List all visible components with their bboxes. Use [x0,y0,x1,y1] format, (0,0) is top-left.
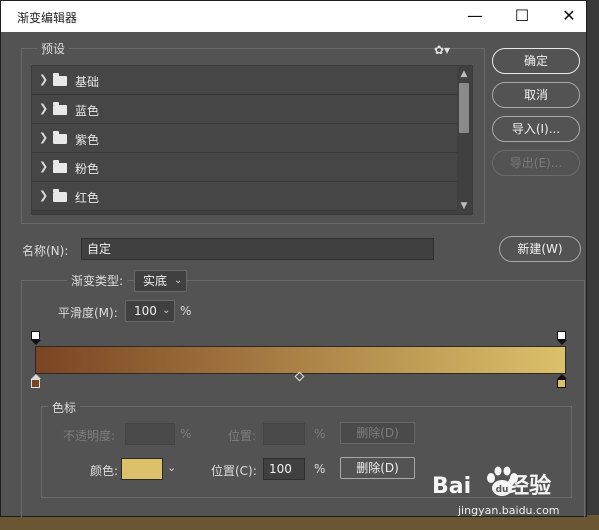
scroll-down-icon[interactable]: ▼ [457,199,471,213]
opacity-location-unit: % [314,427,326,441]
export-button[interactable]: 导出(E)... [492,150,580,176]
opacity-stop-pointer [557,340,567,345]
preset-folder-item[interactable]: ❯ 紫色 [32,124,458,153]
baidu-paw-icon: du [487,466,518,496]
maximize-icon[interactable]: ☐ [511,5,533,27]
preset-folder-label: 紫色 [75,133,100,147]
gradient-preview-bar[interactable] [35,346,566,374]
window-title: 渐变编辑器 [17,11,78,25]
chevron-down-icon[interactable]: ⌄ [162,301,170,321]
close-icon[interactable]: ✕ [558,5,580,27]
color-swatch[interactable] [121,458,163,480]
preset-folder-item[interactable]: ❯ 粉色 [32,153,458,182]
folder-icon [53,73,67,86]
folder-icon [53,160,67,173]
scroll-thumb[interactable] [459,83,469,133]
folder-icon [53,102,67,115]
color-stops-legend: 色标 [48,399,81,416]
watermark-url: jingyan.baidu.com [458,504,560,517]
gradient-type-value: 实底 [143,274,168,288]
chevron-down-icon[interactable]: ⌄ [174,271,182,291]
opacity-stop-left[interactable] [31,331,40,340]
preset-folder-item[interactable]: ❯ 基础 [32,66,458,95]
opacity-input[interactable] [125,423,175,445]
preset-folder-label: 蓝色 [75,104,100,118]
folder-icon [53,131,67,144]
opacity-location-input[interactable] [263,423,305,445]
preset-scrollbar[interactable]: ▲ ▼ [457,67,471,213]
title-bar: 渐变编辑器 — ☐ ✕ [1,1,586,32]
gradient-editor-window: 渐变编辑器 — ☐ ✕ 预设 ✿▾ ❯ 基础 ❯ 蓝色 ❯ 紫色 ❯ 粉色 ❯ [0,0,587,518]
delete-button[interactable]: 删除(D) [340,457,415,479]
gear-icon[interactable]: ✿▾ [434,43,450,57]
preset-folder-label: 红色 [75,191,100,205]
chevron-down-icon[interactable]: ⌄ [167,461,176,474]
chevron-right-icon[interactable]: ❯ [39,73,48,86]
opacity-unit: % [180,427,192,441]
preset-folder-item[interactable]: ❯ 红色 [32,182,458,211]
location-unit: % [314,462,326,476]
opacity-stop-right[interactable] [557,331,566,340]
gradient-type-label: 渐变类型: [67,272,128,289]
preset-list: ❯ 基础 ❯ 蓝色 ❯ 紫色 ❯ 粉色 ❯ 红色 [31,65,473,215]
smoothness-label: 平滑度(M): [58,306,118,320]
preset-folder-item[interactable]: ❯ 蓝色 [32,95,458,124]
smoothness-value: 100 [134,304,157,318]
smoothness-unit: % [180,304,192,318]
svg-text:du: du [496,485,509,495]
preset-folder-label: 基础 [75,75,100,89]
opacity-label: 不透明度: [63,429,116,443]
preset-folder-label: 粉色 [75,162,100,176]
chevron-right-icon[interactable]: ❯ [39,131,48,144]
folder-icon [53,189,67,202]
import-button[interactable]: 导入(I)... [492,116,580,142]
gradient-type-select[interactable]: 实底 ⌄ [134,270,187,292]
color-label: 颜色: [90,464,119,478]
opacity-delete-button[interactable]: 删除(D) [340,422,415,444]
color-stop-right[interactable] [557,379,566,388]
new-button[interactable]: 新建(W) [499,236,581,262]
chevron-right-icon[interactable]: ❯ [39,102,48,115]
name-input[interactable]: 自定 [81,238,434,260]
color-stop-left[interactable] [31,379,40,388]
opacity-location-label: 位置: [228,429,257,443]
location-input[interactable]: 100 [263,458,305,480]
cancel-button[interactable]: 取消 [492,82,580,108]
name-label: 名称(N): [22,244,69,258]
ok-button[interactable]: 确定 [492,48,580,74]
opacity-stop-pointer [31,340,41,345]
chevron-right-icon[interactable]: ❯ [39,160,48,173]
presets-legend: 预设 [37,40,70,57]
smoothness-select[interactable]: 100 ⌄ [125,300,175,322]
location-label: 位置(C): [211,464,257,478]
chevron-right-icon[interactable]: ❯ [39,189,48,202]
scroll-up-icon[interactable]: ▲ [457,67,471,81]
minimize-icon[interactable]: — [464,5,486,27]
background-app-strip [585,0,599,530]
